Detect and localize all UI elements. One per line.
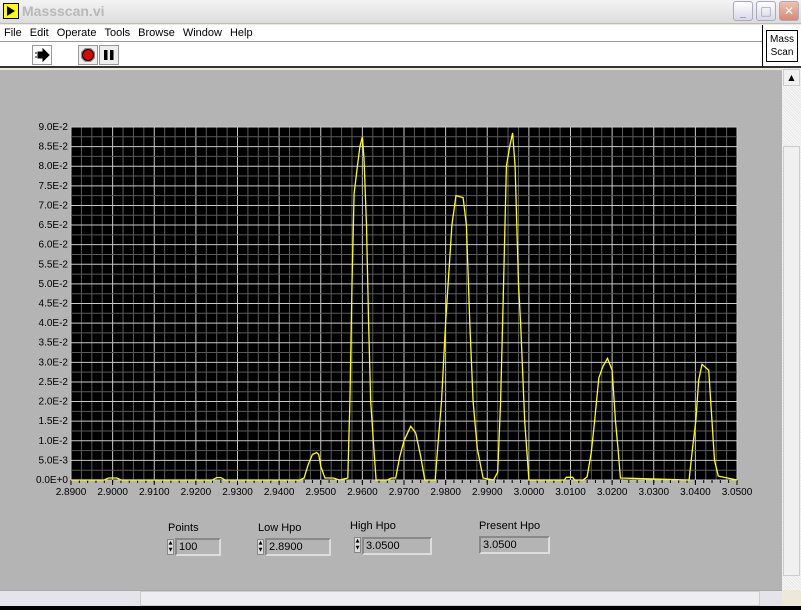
low-hpo-spinner[interactable]: ▲ ▼: [257, 539, 264, 555]
menu-edit[interactable]: Edit: [26, 25, 53, 42]
low-hpo-label: Low Hpo: [258, 522, 302, 534]
menu-browse[interactable]: Browse: [134, 25, 179, 42]
high-hpo-input[interactable]: 3.0500: [362, 537, 432, 555]
present-hpo-indicator: 3.0500: [479, 536, 550, 554]
pause-button[interactable]: [99, 45, 119, 65]
x-tick-label: 2.9000: [97, 487, 128, 498]
x-tick-label: 3.0100: [555, 487, 586, 498]
run-continuously-button[interactable]: [32, 45, 52, 65]
waveform-graph: 2.8900 2.9000 2.9100 2.9200 2.9300 2.9400 2.95…: [36, 122, 753, 498]
y-tick-label: 3.5E-2: [39, 338, 69, 349]
y-tick-label: 2.5E-2: [39, 377, 69, 388]
y-tick-label: 3.0E-2: [39, 357, 69, 368]
x-tick-label: 2.9300: [222, 487, 253, 498]
x-tick-label: 2.9500: [305, 487, 336, 498]
x-tick-label: 3.0400: [680, 487, 711, 498]
menu-bar: File Edit Operate Tools Browse Window Help: [0, 25, 762, 42]
close-button[interactable]: ✕: [779, 1, 799, 21]
scroll-up-button[interactable]: ▲: [783, 69, 800, 86]
high-hpo-spinner[interactable]: ▲ ▼: [354, 537, 361, 553]
y-tick-label: 9.0E-2: [39, 122, 69, 133]
x-tick-label: 3.0500: [722, 487, 753, 498]
vertical-scroll-thumb[interactable]: [783, 146, 800, 576]
x-tick-label: 2.9900: [472, 487, 503, 498]
menu-help[interactable]: Help: [226, 25, 257, 42]
minimize-button[interactable]: _: [733, 1, 753, 21]
y-tick-label: 4.5E-2: [39, 299, 69, 310]
menu-window[interactable]: Window: [179, 25, 226, 42]
menu-file[interactable]: File: [0, 25, 26, 42]
x-tick-label: 3.0200: [597, 487, 628, 498]
y-tick-label: 8.0E-2: [39, 161, 69, 172]
y-tick-label: 1.5E-2: [39, 416, 69, 427]
menu-operate[interactable]: Operate: [53, 25, 101, 42]
front-panel: 2.8900 2.9000 2.9100 2.9200 2.9300 2.9400 2.95…: [0, 70, 782, 590]
window-border: [0, 606, 801, 610]
y-tick-label: 8.5E-2: [39, 142, 69, 153]
horizontal-scrollbar[interactable]: [0, 590, 782, 607]
menu-tools[interactable]: Tools: [100, 25, 134, 42]
x-tick-label: 3.0300: [638, 487, 669, 498]
toolbar: [0, 42, 762, 68]
y-tick-label: 5.5E-2: [39, 259, 69, 270]
maximize-button[interactable]: □: [756, 1, 776, 21]
y-tick-label: 7.5E-2: [39, 181, 69, 192]
y-tick-label: 6.5E-2: [39, 220, 69, 231]
vi-icon: Mass Scan: [766, 30, 798, 62]
low-hpo-input[interactable]: 2.8900: [265, 538, 331, 556]
y-tick-label: 5.0E-3: [39, 455, 69, 466]
pause-icon: [104, 50, 114, 60]
x-tick-label: 2.9400: [264, 487, 295, 498]
horizontal-scroll-thumb[interactable]: [140, 591, 760, 606]
abort-icon: [81, 48, 95, 62]
points-spinner[interactable]: ▲ ▼: [167, 539, 174, 555]
run-arrow-icon: [35, 48, 50, 62]
x-tick-label: 2.8900: [56, 487, 87, 498]
abort-button[interactable]: [78, 45, 98, 65]
high-hpo-label: High Hpo: [350, 520, 396, 532]
points-input[interactable]: 100: [175, 538, 221, 556]
x-tick-label: 3.0000: [514, 487, 545, 498]
vertical-scrollbar[interactable]: ▲: [782, 68, 801, 590]
y-tick-label: 6.0E-2: [39, 240, 69, 251]
labview-vi-icon: [3, 3, 19, 19]
present-hpo-label: Present Hpo: [479, 520, 541, 532]
x-tick-label: 2.9100: [139, 487, 170, 498]
x-tick-label: 2.9800: [430, 487, 461, 498]
y-tick-label: 4.0E-2: [39, 318, 69, 329]
x-tick-label: 2.9600: [347, 487, 378, 498]
vi-icon-pane: Mass Scan: [762, 25, 801, 68]
points-label: Points: [168, 522, 199, 534]
x-tick-label: 2.9700: [389, 487, 420, 498]
y-tick-label: 2.0E-2: [39, 397, 69, 408]
title-bar: Massscan.vi _ □ ✕: [0, 0, 801, 24]
window-title: Massscan.vi: [22, 3, 105, 19]
y-tick-label: 5.0E-2: [39, 279, 69, 290]
y-tick-label: 0.0E+0: [36, 475, 68, 486]
x-tick-label: 2.9200: [181, 487, 212, 498]
y-tick-label: 7.0E-2: [39, 200, 69, 211]
y-tick-label: 1.0E-2: [39, 436, 69, 447]
